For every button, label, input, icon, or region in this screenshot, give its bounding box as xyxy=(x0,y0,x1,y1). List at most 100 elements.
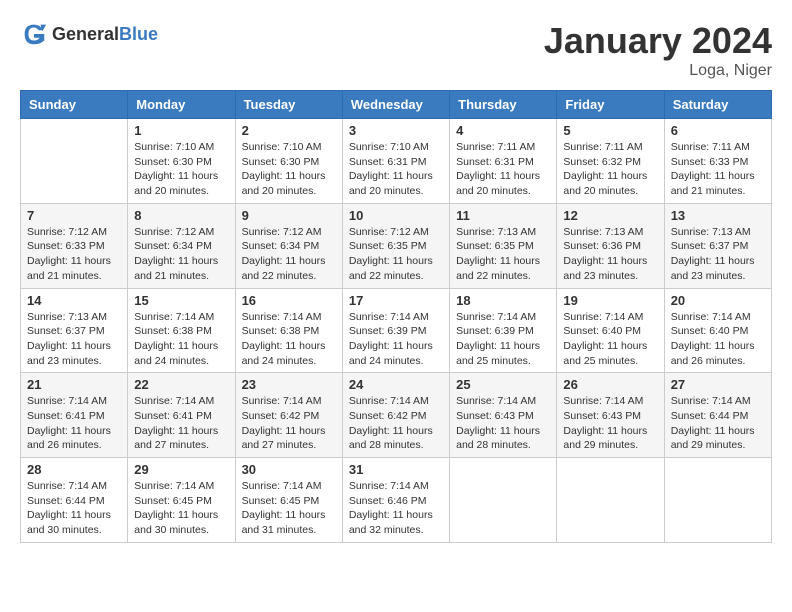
sunset: Sunset: 6:38 PM xyxy=(134,325,212,337)
sunset: Sunset: 6:33 PM xyxy=(27,240,105,252)
daylight: Daylight: 11 hours and 21 minutes. xyxy=(27,255,111,282)
calendar-cell: 8 Sunrise: 7:12 AM Sunset: 6:34 PM Dayli… xyxy=(128,203,235,288)
calendar-cell: 14 Sunrise: 7:13 AM Sunset: 6:37 PM Dayl… xyxy=(21,288,128,373)
sunset: Sunset: 6:44 PM xyxy=(27,495,105,507)
sunrise: Sunrise: 7:10 AM xyxy=(134,141,214,153)
daylight: Daylight: 11 hours and 28 minutes. xyxy=(349,425,433,452)
calendar-cell xyxy=(664,458,771,543)
calendar-week-row: 28 Sunrise: 7:14 AM Sunset: 6:44 PM Dayl… xyxy=(21,458,772,543)
calendar-cell: 23 Sunrise: 7:14 AM Sunset: 6:42 PM Dayl… xyxy=(235,373,342,458)
weekday-header: Thursday xyxy=(450,91,557,119)
day-number: 6 xyxy=(671,123,765,138)
sunset: Sunset: 6:34 PM xyxy=(134,240,212,252)
sunrise: Sunrise: 7:14 AM xyxy=(563,395,643,407)
calendar-cell: 31 Sunrise: 7:14 AM Sunset: 6:46 PM Dayl… xyxy=(342,458,449,543)
day-info: Sunrise: 7:10 AM Sunset: 6:30 PM Dayligh… xyxy=(134,140,228,199)
location: Loga, Niger xyxy=(544,62,772,80)
sunrise: Sunrise: 7:14 AM xyxy=(349,311,429,323)
sunset: Sunset: 6:40 PM xyxy=(671,325,749,337)
daylight: Daylight: 11 hours and 23 minutes. xyxy=(671,255,755,282)
sunrise: Sunrise: 7:13 AM xyxy=(456,226,536,238)
logo-general: General xyxy=(52,24,119,44)
sunset: Sunset: 6:34 PM xyxy=(242,240,320,252)
day-number: 20 xyxy=(671,293,765,308)
sunset: Sunset: 6:39 PM xyxy=(349,325,427,337)
sunset: Sunset: 6:37 PM xyxy=(671,240,749,252)
day-info: Sunrise: 7:14 AM Sunset: 6:45 PM Dayligh… xyxy=(242,479,336,538)
daylight: Daylight: 11 hours and 21 minutes. xyxy=(671,170,755,197)
day-number: 8 xyxy=(134,208,228,223)
sunrise: Sunrise: 7:14 AM xyxy=(134,395,214,407)
day-number: 16 xyxy=(242,293,336,308)
day-info: Sunrise: 7:14 AM Sunset: 6:42 PM Dayligh… xyxy=(242,394,336,453)
sunset: Sunset: 6:45 PM xyxy=(134,495,212,507)
day-number: 28 xyxy=(27,462,121,477)
sunrise: Sunrise: 7:10 AM xyxy=(349,141,429,153)
daylight: Daylight: 11 hours and 20 minutes. xyxy=(349,170,433,197)
logo-icon xyxy=(20,20,48,48)
day-number: 21 xyxy=(27,377,121,392)
day-number: 1 xyxy=(134,123,228,138)
sunrise: Sunrise: 7:14 AM xyxy=(349,480,429,492)
sunrise: Sunrise: 7:14 AM xyxy=(134,311,214,323)
daylight: Daylight: 11 hours and 20 minutes. xyxy=(563,170,647,197)
sunset: Sunset: 6:46 PM xyxy=(349,495,427,507)
calendar-cell xyxy=(557,458,664,543)
daylight: Daylight: 11 hours and 29 minutes. xyxy=(563,425,647,452)
daylight: Daylight: 11 hours and 23 minutes. xyxy=(563,255,647,282)
sunrise: Sunrise: 7:12 AM xyxy=(349,226,429,238)
day-info: Sunrise: 7:14 AM Sunset: 6:46 PM Dayligh… xyxy=(349,479,443,538)
sunrise: Sunrise: 7:14 AM xyxy=(242,311,322,323)
calendar-cell: 27 Sunrise: 7:14 AM Sunset: 6:44 PM Dayl… xyxy=(664,373,771,458)
day-info: Sunrise: 7:13 AM Sunset: 6:35 PM Dayligh… xyxy=(456,225,550,284)
day-info: Sunrise: 7:14 AM Sunset: 6:39 PM Dayligh… xyxy=(456,310,550,369)
sunset: Sunset: 6:45 PM xyxy=(242,495,320,507)
daylight: Daylight: 11 hours and 29 minutes. xyxy=(671,425,755,452)
day-info: Sunrise: 7:11 AM Sunset: 6:32 PM Dayligh… xyxy=(563,140,657,199)
calendar-cell: 7 Sunrise: 7:12 AM Sunset: 6:33 PM Dayli… xyxy=(21,203,128,288)
calendar-cell: 11 Sunrise: 7:13 AM Sunset: 6:35 PM Dayl… xyxy=(450,203,557,288)
calendar-cell: 22 Sunrise: 7:14 AM Sunset: 6:41 PM Dayl… xyxy=(128,373,235,458)
day-info: Sunrise: 7:12 AM Sunset: 6:33 PM Dayligh… xyxy=(27,225,121,284)
day-info: Sunrise: 7:10 AM Sunset: 6:31 PM Dayligh… xyxy=(349,140,443,199)
sunset: Sunset: 6:31 PM xyxy=(456,156,534,168)
day-info: Sunrise: 7:14 AM Sunset: 6:43 PM Dayligh… xyxy=(563,394,657,453)
calendar-cell: 24 Sunrise: 7:14 AM Sunset: 6:42 PM Dayl… xyxy=(342,373,449,458)
daylight: Daylight: 11 hours and 27 minutes. xyxy=(242,425,326,452)
day-number: 2 xyxy=(242,123,336,138)
weekday-header: Sunday xyxy=(21,91,128,119)
calendar-cell xyxy=(450,458,557,543)
day-number: 7 xyxy=(27,208,121,223)
sunrise: Sunrise: 7:14 AM xyxy=(671,311,751,323)
day-number: 22 xyxy=(134,377,228,392)
day-info: Sunrise: 7:11 AM Sunset: 6:31 PM Dayligh… xyxy=(456,140,550,199)
daylight: Daylight: 11 hours and 24 minutes. xyxy=(242,340,326,367)
day-info: Sunrise: 7:14 AM Sunset: 6:40 PM Dayligh… xyxy=(563,310,657,369)
calendar-cell: 21 Sunrise: 7:14 AM Sunset: 6:41 PM Dayl… xyxy=(21,373,128,458)
day-number: 18 xyxy=(456,293,550,308)
day-info: Sunrise: 7:14 AM Sunset: 6:39 PM Dayligh… xyxy=(349,310,443,369)
day-info: Sunrise: 7:14 AM Sunset: 6:38 PM Dayligh… xyxy=(134,310,228,369)
day-number: 25 xyxy=(456,377,550,392)
calendar-cell: 18 Sunrise: 7:14 AM Sunset: 6:39 PM Dayl… xyxy=(450,288,557,373)
daylight: Daylight: 11 hours and 20 minutes. xyxy=(134,170,218,197)
day-number: 13 xyxy=(671,208,765,223)
daylight: Daylight: 11 hours and 24 minutes. xyxy=(134,340,218,367)
sunrise: Sunrise: 7:12 AM xyxy=(134,226,214,238)
sunrise: Sunrise: 7:14 AM xyxy=(27,395,107,407)
calendar-cell xyxy=(21,119,128,204)
day-info: Sunrise: 7:10 AM Sunset: 6:30 PM Dayligh… xyxy=(242,140,336,199)
day-number: 3 xyxy=(349,123,443,138)
calendar-header: SundayMondayTuesdayWednesdayThursdayFrid… xyxy=(21,91,772,119)
calendar-cell: 26 Sunrise: 7:14 AM Sunset: 6:43 PM Dayl… xyxy=(557,373,664,458)
sunrise: Sunrise: 7:11 AM xyxy=(671,141,750,153)
sunset: Sunset: 6:36 PM xyxy=(563,240,641,252)
sunrise: Sunrise: 7:10 AM xyxy=(242,141,322,153)
month-title: January 2024 xyxy=(544,20,772,62)
day-info: Sunrise: 7:11 AM Sunset: 6:33 PM Dayligh… xyxy=(671,140,765,199)
daylight: Daylight: 11 hours and 30 minutes. xyxy=(27,509,111,536)
sunset: Sunset: 6:35 PM xyxy=(456,240,534,252)
sunset: Sunset: 6:33 PM xyxy=(671,156,749,168)
daylight: Daylight: 11 hours and 32 minutes. xyxy=(349,509,433,536)
daylight: Daylight: 11 hours and 20 minutes. xyxy=(456,170,540,197)
